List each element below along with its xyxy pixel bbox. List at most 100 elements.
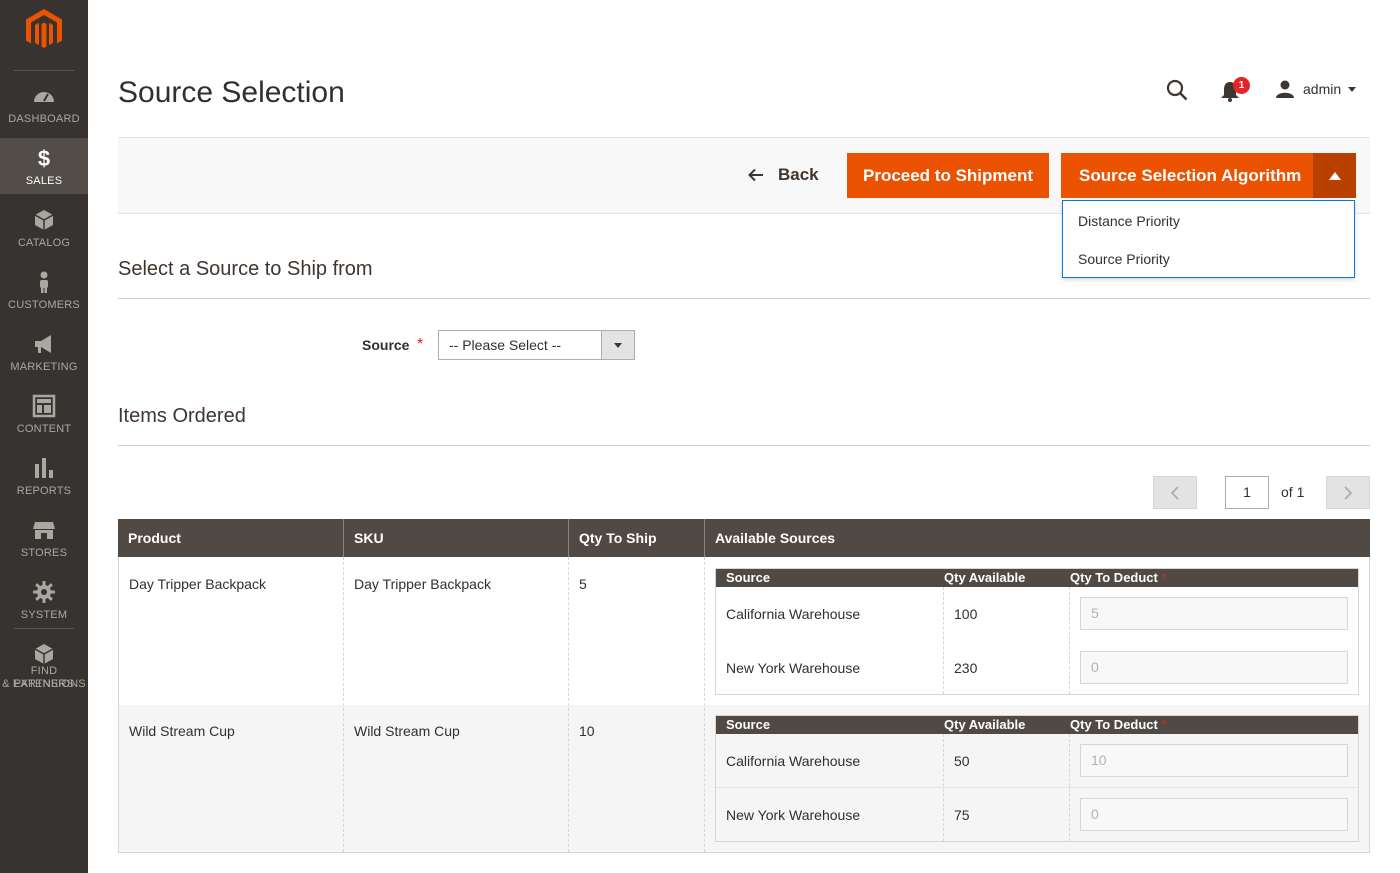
pager-page-input[interactable]: 1 — [1225, 476, 1269, 509]
sidebar-item-label: STORES — [20, 547, 68, 559]
qty-to-deduct-input[interactable]: 5 — [1080, 597, 1348, 630]
sidebar-item-find-partners[interactable]: FIND PARTNERS & EXTENSIONS — [0, 634, 88, 694]
pager-total: of 1 — [1281, 484, 1305, 500]
chevron-left-icon — [1170, 486, 1179, 500]
sources-subtable-header: Source Qty Available Qty To Deduct * — [716, 716, 1358, 734]
chevron-right-icon — [1344, 486, 1353, 500]
source-name: New York Warehouse — [726, 807, 861, 823]
subcolumn-header-label: Qty To Deduct — [1070, 717, 1158, 732]
sidebar-divider — [14, 628, 74, 629]
sidebar-item-label: SALES — [25, 175, 63, 187]
items-grid-header: Product SKU Qty To Ship Available Source… — [118, 519, 1370, 557]
sidebar-item-system[interactable]: SYSTEM — [0, 572, 88, 634]
qty-to-deduct-input[interactable]: 0 — [1080, 798, 1348, 831]
search-icon[interactable] — [1166, 79, 1188, 101]
magento-logo-icon[interactable] — [24, 7, 64, 51]
subcolumn-header-qty-available: Qty Available — [944, 717, 1026, 732]
column-header-product: Product — [118, 519, 344, 557]
sources-subtable: Source Qty Available Qty To Deduct * Cal… — [715, 568, 1359, 695]
chevron-down-icon[interactable] — [601, 331, 634, 359]
column-divider — [343, 557, 344, 852]
cell-sku: Wild Stream Cup — [354, 723, 460, 739]
qty-to-deduct-input[interactable]: 0 — [1080, 651, 1348, 684]
column-divider — [943, 587, 944, 694]
source-field-label: Source — [362, 337, 410, 353]
back-button-label: Back — [778, 165, 819, 184]
pager-previous-button[interactable] — [1153, 476, 1197, 509]
source-name: California Warehouse — [726, 753, 861, 769]
menu-item-distance-priority[interactable]: Distance Priority — [1078, 213, 1180, 229]
column-header-available-sources: Available Sources — [715, 530, 836, 546]
proceed-to-shipment-button[interactable]: Proceed to Shipment — [847, 153, 1049, 198]
cell-sku: Day Tripper Backpack — [354, 576, 491, 592]
megaphone-icon — [35, 335, 51, 353]
svg-text:$: $ — [38, 146, 50, 170]
speedometer-icon — [34, 92, 54, 102]
qty-available: 230 — [954, 660, 978, 676]
source-name: California Warehouse — [726, 606, 861, 622]
sidebar-item-customers[interactable]: CUSTOMERS — [0, 262, 88, 324]
subcolumn-header-source: Source — [726, 717, 771, 732]
cell-product: Wild Stream Cup — [129, 723, 235, 739]
sidebar-item-marketing[interactable]: MARKETING — [0, 324, 88, 386]
sidebar-divider — [14, 70, 74, 71]
sidebar-item-label: CONTENT — [16, 423, 72, 435]
qty-available: 100 — [954, 606, 978, 622]
required-asterisk: * — [417, 336, 424, 353]
subcolumn-header-qty-to-deduct: Qty To Deduct * — [1060, 716, 1167, 734]
cell-qty-to-ship: 5 — [579, 576, 587, 592]
source-name: New York Warehouse — [726, 660, 861, 676]
qty-to-deduct-input[interactable]: 10 — [1080, 744, 1348, 777]
chevron-down-icon[interactable] — [1348, 87, 1356, 92]
sidebar-item-catalog[interactable]: CATALOG — [0, 200, 88, 262]
box-icon — [34, 210, 54, 230]
sidebar-item-label: MARKETING — [10, 361, 78, 373]
subcolumn-header-qty-to-deduct: Qty To Deduct * — [1060, 569, 1167, 587]
column-header-qty-to-ship: Qty To Ship — [569, 519, 705, 557]
sidebar-item-label: & EXTENSIONS — [2, 678, 86, 690]
source-select-value: -- Please Select -- — [449, 337, 562, 353]
column-divider — [1069, 587, 1070, 694]
storefront-icon — [33, 522, 55, 539]
subcolumn-header-qty-available: Qty Available — [944, 570, 1026, 585]
user-menu-label[interactable]: admin — [1303, 81, 1341, 97]
qty-available: 75 — [954, 807, 970, 823]
sidebar-item-stores[interactable]: STORES — [0, 510, 88, 572]
sidebar-item-label: REPORTS — [16, 485, 72, 497]
column-header-sku: SKU — [344, 519, 569, 557]
sidebar-item-reports[interactable]: REPORTS — [0, 448, 88, 510]
section-divider — [118, 445, 1370, 446]
qty-available: 50 — [954, 753, 970, 769]
section-divider — [118, 298, 1370, 299]
sidebar-item-sales[interactable]: $ SALES — [0, 138, 88, 194]
layout-icon — [32, 394, 56, 418]
back-button[interactable]: Back — [748, 162, 819, 188]
source-selection-algorithm-button[interactable]: Source Selection Algorithm — [1061, 153, 1314, 198]
subcolumn-header-source: Source — [726, 570, 771, 585]
person-icon — [40, 271, 48, 293]
sidebar-item-dashboard[interactable]: DASHBOARD — [0, 76, 88, 138]
cell-product: Day Tripper Backpack — [129, 576, 266, 592]
pager-next-button[interactable] — [1326, 476, 1370, 509]
row-divider — [716, 787, 1358, 788]
algorithm-dropdown-menu: Distance Priority Source Priority — [1062, 200, 1355, 278]
user-icon[interactable] — [1276, 80, 1294, 98]
section-title-items-ordered: Items Ordered — [118, 405, 246, 427]
required-asterisk: * — [1161, 570, 1167, 585]
arrow-left-icon — [748, 168, 763, 182]
page-title: Source Selection — [118, 76, 345, 109]
required-asterisk: * — [1161, 717, 1167, 732]
notification-badge[interactable]: 1 — [1233, 77, 1250, 94]
gear-icon — [33, 581, 55, 603]
sources-subtable: Source Qty Available Qty To Deduct * Cal… — [715, 715, 1359, 842]
admin-sidebar: DASHBOARD $ SALES CATALOG CUSTOMERS MARK… — [0, 0, 88, 873]
cell-qty-to-ship: 10 — [579, 723, 595, 739]
chevron-up-icon — [1329, 172, 1341, 180]
algorithm-dropdown-toggle[interactable] — [1313, 153, 1356, 198]
source-select[interactable]: -- Please Select -- — [438, 330, 635, 360]
sidebar-item-label: CATALOG — [17, 237, 71, 249]
sidebar-item-label: DASHBOARD — [8, 113, 80, 125]
puzzle-box-icon — [34, 644, 54, 664]
menu-item-source-priority[interactable]: Source Priority — [1078, 251, 1170, 267]
sidebar-item-content[interactable]: CONTENT — [0, 386, 88, 448]
